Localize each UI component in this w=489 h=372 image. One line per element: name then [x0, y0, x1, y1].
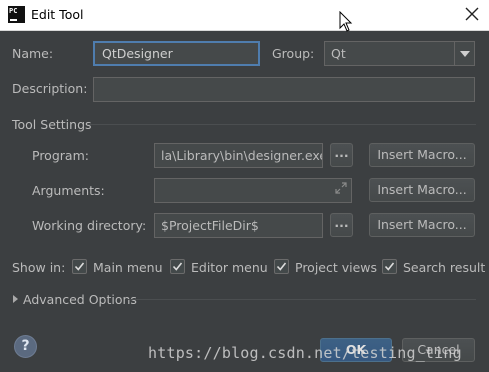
working-directory-input[interactable]: $ProjectFileDir$	[154, 213, 323, 238]
description-input[interactable]	[93, 77, 475, 102]
window-title: Edit Tool	[31, 7, 84, 22]
working-directory-label: Working directory:	[32, 218, 147, 233]
name-input[interactable]: QtDesigner	[93, 41, 260, 66]
help-icon[interactable]: ?	[14, 335, 37, 358]
editor-menu-label[interactable]: Editor menu	[191, 260, 268, 275]
advanced-options-separator	[128, 299, 476, 300]
advanced-options-toggle[interactable]: Advanced Options	[23, 292, 137, 307]
group-select-value: Qt	[331, 46, 346, 61]
program-label: Program:	[32, 148, 89, 163]
project-views-checkbox[interactable]	[274, 259, 289, 274]
search-result-checkbox[interactable]	[382, 259, 397, 274]
editor-menu-checkbox[interactable]	[170, 259, 185, 274]
app-icon-text: PC	[9, 7, 18, 15]
arguments-input[interactable]	[154, 178, 352, 203]
chevron-down-icon[interactable]	[454, 42, 474, 65]
program-insert-macro-button[interactable]: Insert Macro...	[369, 143, 475, 167]
program-browse-button[interactable]: ...	[330, 143, 353, 167]
main-menu-label[interactable]: Main menu	[93, 260, 163, 275]
pycharm-logo-icon: PC	[8, 6, 25, 23]
tool-settings-separator	[88, 124, 476, 125]
show-in-label: Show in:	[12, 260, 66, 275]
main-menu-checkbox[interactable]	[72, 259, 87, 274]
mouse-pointer-icon	[339, 10, 355, 33]
close-icon[interactable]	[463, 5, 481, 23]
watermark-text: https://blog.csdn.net/testing_ting	[148, 344, 462, 362]
triangle-right-icon[interactable]	[13, 295, 18, 303]
description-label: Description:	[12, 81, 88, 96]
working-directory-browse-button[interactable]: ...	[330, 213, 353, 237]
name-label: Name:	[12, 46, 54, 61]
arguments-label: Arguments:	[32, 183, 105, 198]
group-select[interactable]: Qt	[324, 41, 475, 66]
title-bar: PC Edit Tool	[0, 0, 489, 33]
project-views-label[interactable]: Project views	[295, 260, 377, 275]
tool-settings-title: Tool Settings	[12, 117, 92, 132]
checkbox-check-icon	[74, 262, 85, 271]
checkbox-check-icon	[276, 262, 287, 271]
checkbox-check-icon	[384, 262, 395, 271]
expand-icon[interactable]	[334, 181, 348, 195]
arguments-insert-macro-button[interactable]: Insert Macro...	[369, 178, 475, 202]
working-directory-insert-macro-button[interactable]: Insert Macro...	[369, 213, 475, 237]
checkbox-check-icon	[172, 262, 183, 271]
search-result-label[interactable]: Search result	[403, 260, 485, 275]
group-label: Group:	[272, 46, 315, 61]
program-input[interactable]: la\Library\bin\designer.exe	[154, 143, 323, 168]
